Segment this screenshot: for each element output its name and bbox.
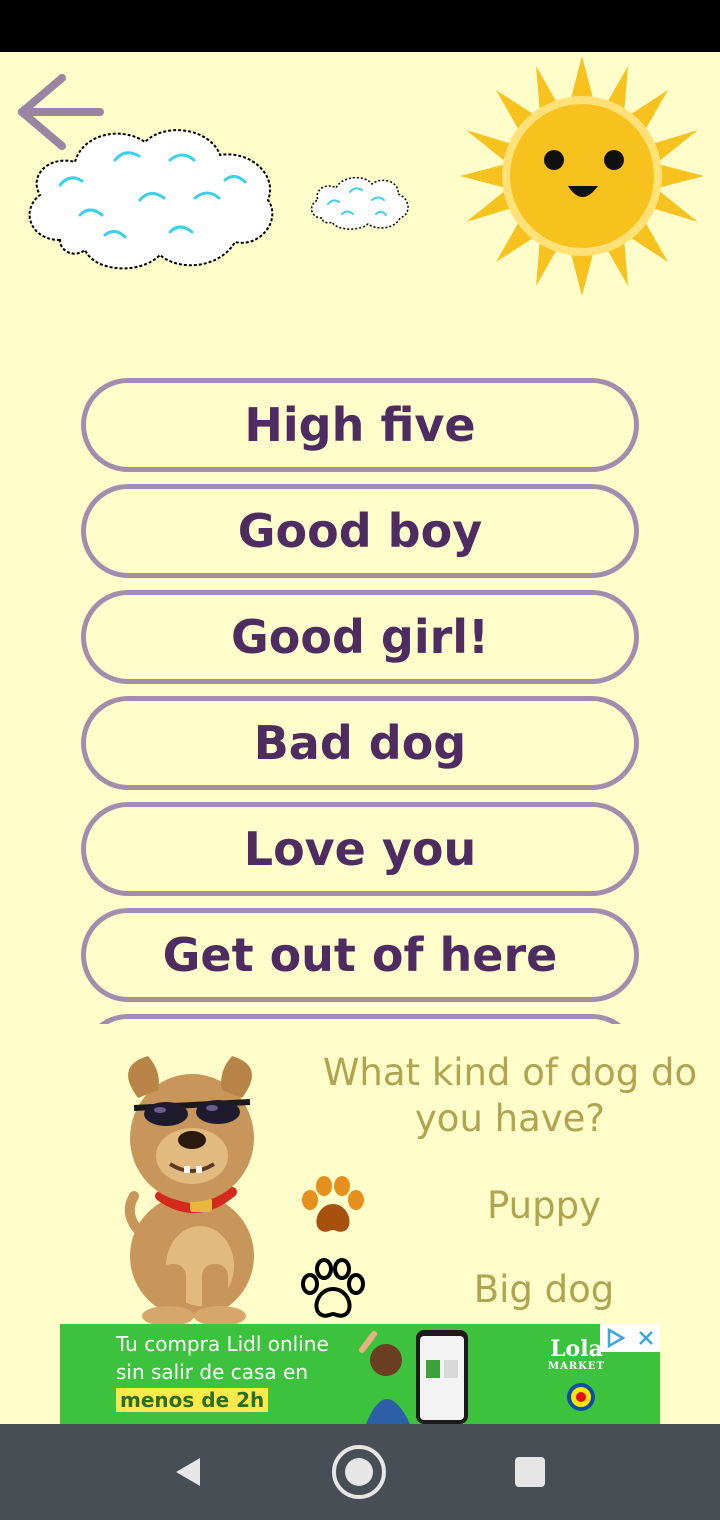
lidl-logo-icon xyxy=(567,1383,595,1411)
ad-brand-sub: MARKET xyxy=(548,1361,605,1372)
ad-banner[interactable]: Tu compra Lidl online sin salir de casa … xyxy=(60,1324,660,1424)
smiling-sun-icon xyxy=(460,56,704,296)
phrase-button-good-boy[interactable]: Good boy xyxy=(81,484,639,578)
close-icon[interactable] xyxy=(637,1329,655,1347)
option-big-dog[interactable]: Big dog xyxy=(446,1268,642,1311)
ad-brand-logo: Lola MARKET xyxy=(548,1338,605,1376)
phrase-list[interactable]: High five Good boy Good girl! Bad dog Lo… xyxy=(0,376,720,1024)
ad-highlight: menos de 2h xyxy=(116,1388,269,1412)
phrase-button-bad-dog[interactable]: Bad dog xyxy=(81,696,639,790)
phrase-button-high-five[interactable]: High five xyxy=(81,378,639,472)
ad-person-phone-image xyxy=(359,1330,468,1424)
phrase-button-love-you[interactable]: Love you xyxy=(81,802,639,896)
cloud-icon xyxy=(310,176,409,230)
cloud-icon xyxy=(28,129,274,270)
circle-home-icon[interactable] xyxy=(330,1443,388,1501)
option-puppy[interactable]: Puppy xyxy=(446,1184,642,1227)
phrase-button-partial[interactable] xyxy=(81,1014,639,1024)
triangle-back-icon[interactable] xyxy=(170,1454,206,1490)
ad-line-2: sin salir de casa en xyxy=(116,1360,309,1384)
system-nav-bar xyxy=(0,1424,720,1520)
cartoon-dog-image xyxy=(124,1056,254,1324)
paw-outline-icon[interactable] xyxy=(298,1258,368,1320)
phrase-button-get-out[interactable]: Get out of here xyxy=(81,908,639,1002)
ad-line-1: Tu compra Lidl online xyxy=(116,1332,329,1356)
square-recents-icon[interactable] xyxy=(514,1456,546,1488)
phrase-button-good-girl[interactable]: Good girl! xyxy=(81,590,639,684)
ad-controls[interactable] xyxy=(600,1324,660,1352)
adchoices-icon[interactable] xyxy=(605,1327,627,1349)
status-bar xyxy=(0,0,720,52)
ad-line-3: menos de 2h xyxy=(116,1388,269,1412)
paw-filled-icon[interactable] xyxy=(298,1174,368,1236)
dog-type-question: What kind of dog do you have? xyxy=(322,1051,698,1140)
